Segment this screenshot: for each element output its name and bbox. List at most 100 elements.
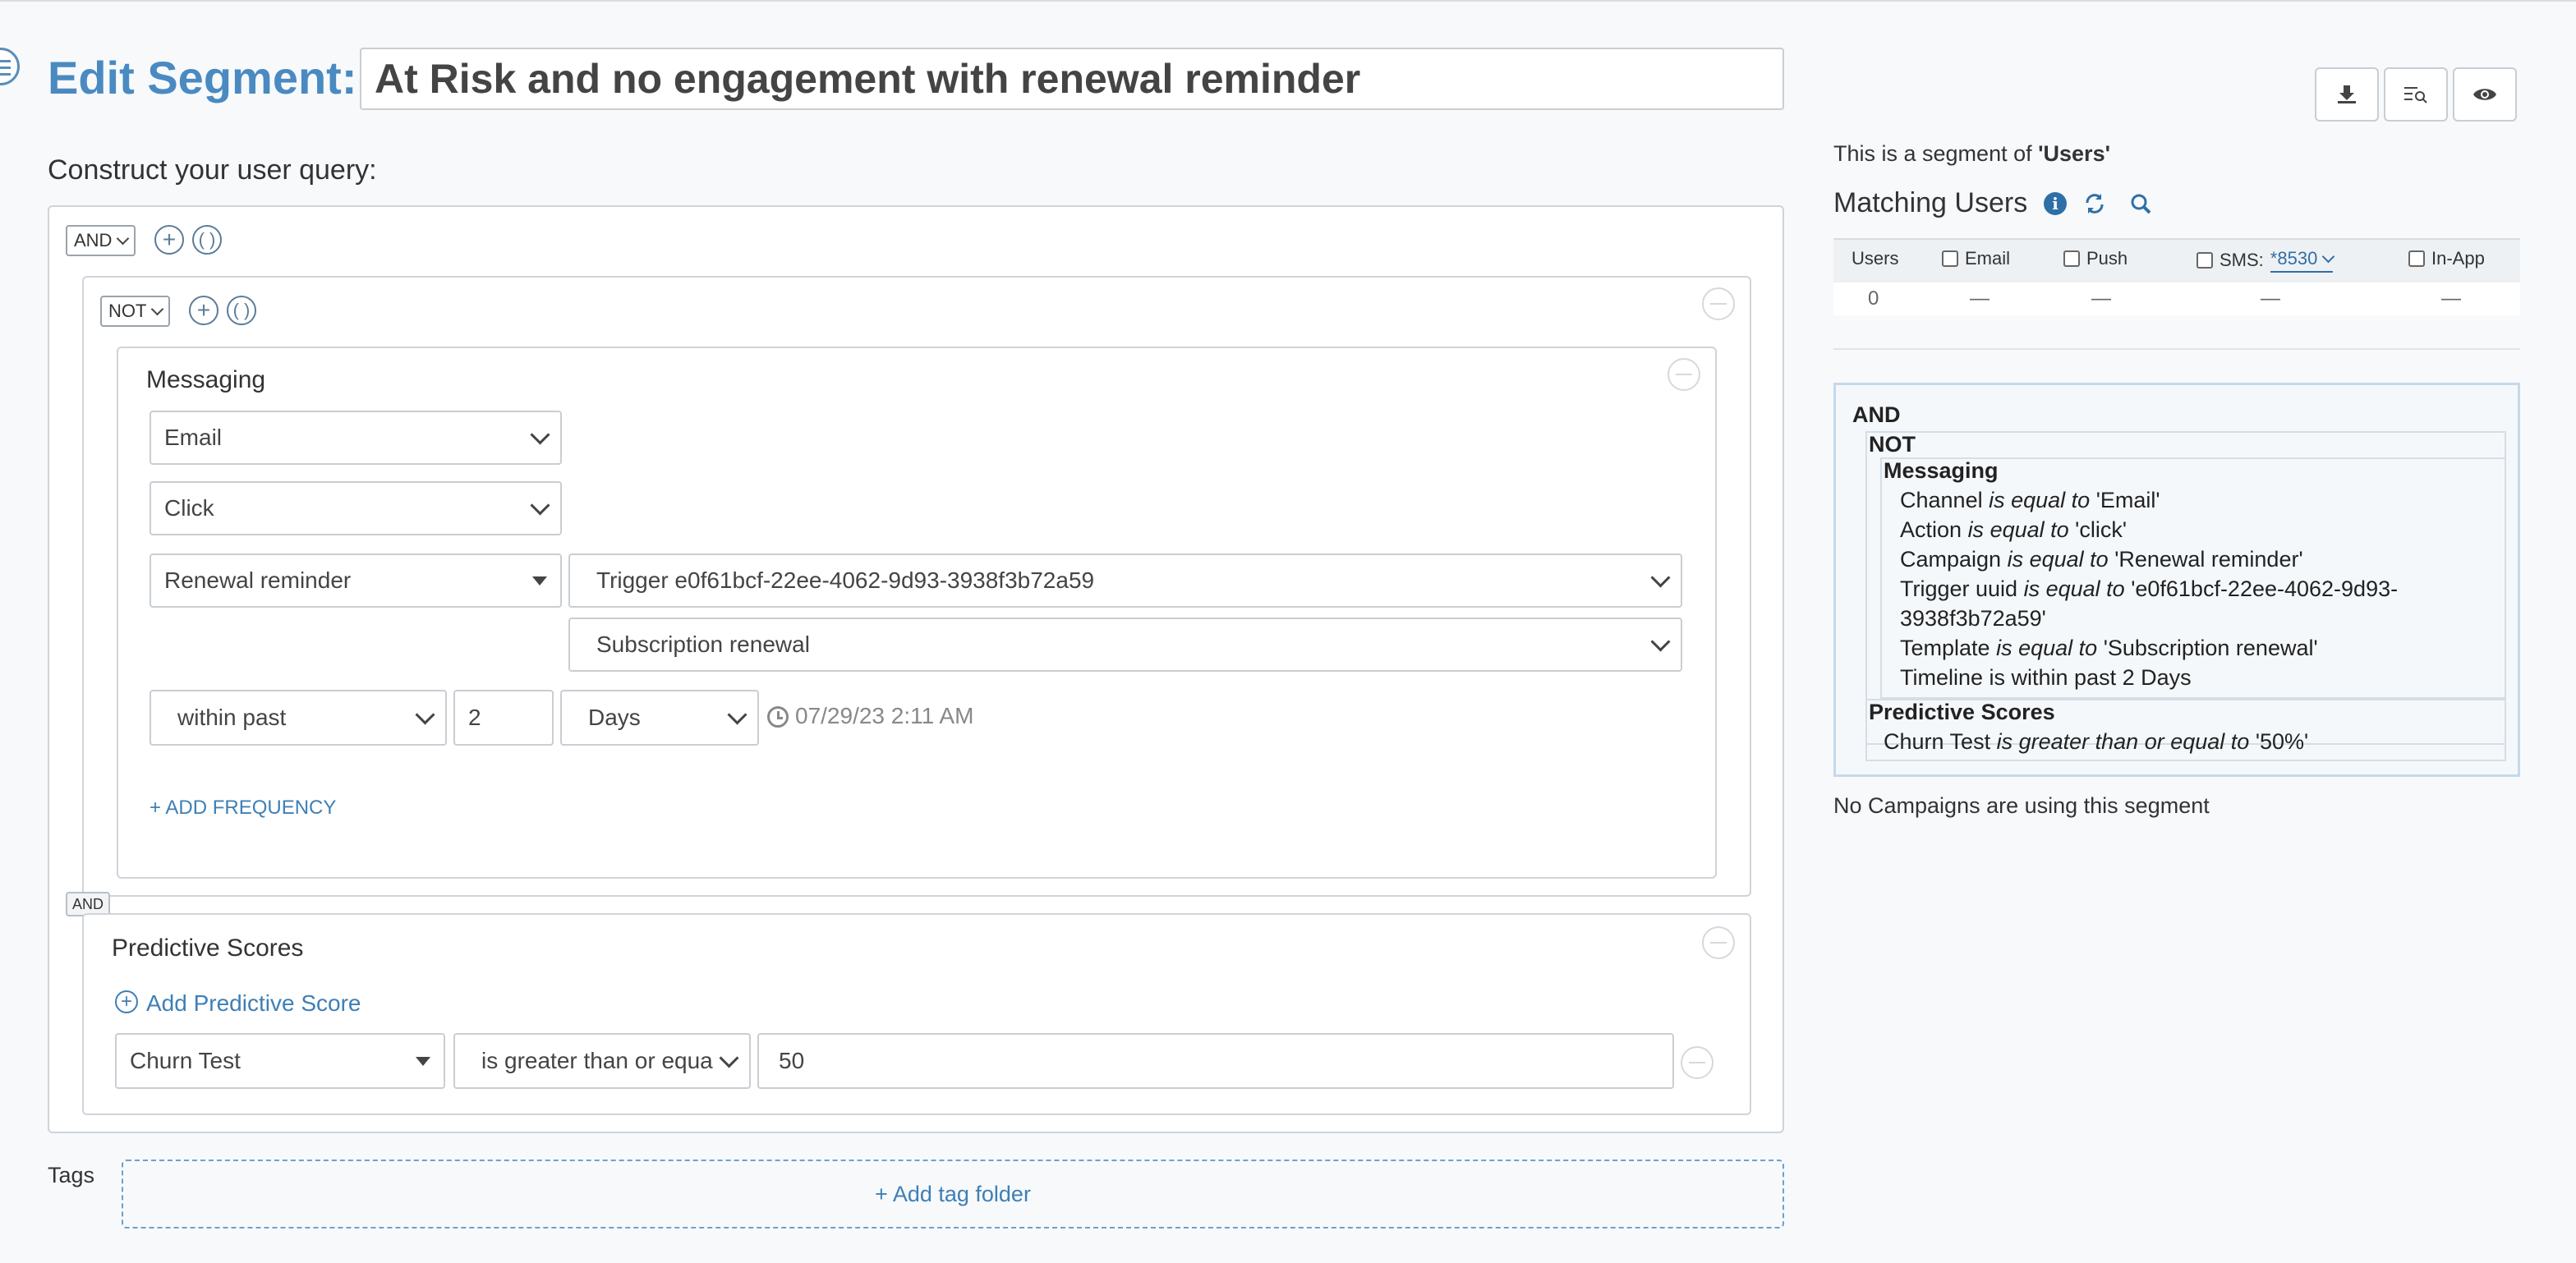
- trigger-select[interactable]: Trigger e0f61bcf-22ee-4062-9d93-3938f3b7…: [568, 553, 1682, 608]
- tree-channel-val: 'Email': [2095, 488, 2160, 512]
- add-tag-folder-button[interactable]: + Add tag folder: [122, 1160, 1784, 1229]
- tree-timeline-rule: Timeline is within past 2 Days: [1900, 665, 2192, 690]
- root-add-group-icon[interactable]: ( ): [192, 225, 222, 255]
- score-number: 50: [779, 1048, 805, 1073]
- tree-churn-op: is greater than or equal to: [1996, 729, 2250, 754]
- sms-column-label: SMS:: [2220, 250, 2264, 270]
- root-add-condition-icon[interactable]: +: [154, 225, 184, 255]
- not-add-condition-icon[interactable]: +: [189, 296, 218, 325]
- sms-column-header[interactable]: SMS: *8530: [2196, 248, 2335, 273]
- not-operator-label: NOT: [108, 301, 147, 321]
- email-column-label: Email: [1965, 248, 2011, 269]
- search-list-icon: [2404, 87, 2427, 103]
- info-icon[interactable]: i: [2044, 192, 2067, 215]
- refresh-icon[interactable]: [2083, 192, 2106, 215]
- download-button[interactable]: [2315, 67, 2379, 122]
- tree-trigger-rule-cont: 3938f3b72a59': [1900, 606, 2046, 631]
- add-tag-folder-label: + Add tag folder: [875, 1181, 1031, 1206]
- sms-number-select[interactable]: *8530: [2270, 248, 2335, 273]
- tree-campaign-op: is equal to: [2007, 547, 2109, 572]
- tree-channel-op: is equal to: [1989, 488, 2091, 512]
- tree-predictive-label: Predictive Scores: [1869, 700, 2055, 724]
- tree-template-op: is equal to: [1996, 636, 2098, 660]
- preview-button[interactable]: [2453, 67, 2517, 122]
- remove-score-icon[interactable]: [1681, 1046, 1714, 1079]
- root-operator-select[interactable]: AND: [66, 225, 136, 256]
- users-count: 0: [1868, 287, 1879, 310]
- push-column-label: Push: [2086, 248, 2128, 269]
- timeline-unit-select[interactable]: Days: [560, 690, 759, 746]
- action-select[interactable]: Click: [150, 481, 562, 535]
- tree-campaign-field: Campaign: [1900, 547, 2002, 572]
- email-column-header[interactable]: Email: [1942, 248, 2010, 269]
- tree-root-label: AND: [1852, 402, 1901, 427]
- tree-campaign-rule: Campaign is equal to 'Renewal reminder': [1900, 544, 2303, 574]
- inspect-button[interactable]: [2384, 67, 2448, 122]
- inapp-column-header[interactable]: In-App: [2408, 248, 2485, 269]
- not-operator-select[interactable]: NOT: [100, 296, 171, 327]
- timeline-mode-select[interactable]: within past: [150, 690, 447, 746]
- tree-template-rule: Template is equal to 'Subscription renew…: [1900, 633, 2318, 663]
- tree-churn-rule: Churn Test is greater than or equal to '…: [1884, 727, 2308, 756]
- push-checkbox[interactable]: [2063, 250, 2080, 267]
- sms-count: —: [2261, 287, 2280, 310]
- segment-name-input[interactable]: At Risk and no engagement with renewal r…: [360, 48, 1784, 110]
- not-add-group-icon[interactable]: ( ): [227, 296, 256, 325]
- channel-select[interactable]: Email: [150, 411, 562, 465]
- matching-users-table: Users Email Push SMS: *8530 In-App 0 — —…: [1833, 238, 2520, 315]
- template-value: Subscription renewal: [596, 632, 810, 657]
- summary-divider: [1833, 348, 2520, 350]
- top-border: [0, 0, 2576, 2]
- search-icon[interactable]: [2129, 192, 2152, 215]
- tree-trigger-val-1: 'e0f61bcf-22ee-4062-9d93-: [2131, 576, 2399, 601]
- tags-label: Tags: [48, 1163, 95, 1187]
- tree-predictive-group: Predictive Scores Churn Test is greater …: [1865, 699, 2506, 761]
- matching-users-title: Matching Users: [1833, 187, 2028, 218]
- channel-value: Email: [164, 425, 223, 450]
- users-column-label: Users: [1852, 248, 1899, 269]
- action-value: Click: [164, 495, 214, 521]
- email-count: —: [1970, 287, 1990, 310]
- timeline-timestamp: 07/29/23 2:11 AM: [795, 703, 974, 728]
- timeline-unit-value: Days: [588, 705, 641, 730]
- messaging-title: Messaging: [146, 366, 266, 393]
- remove-predictive-icon[interactable]: [1702, 926, 1735, 959]
- score-select[interactable]: Churn Test: [115, 1033, 445, 1089]
- tree-channel-field: Channel: [1900, 488, 1983, 512]
- add-predictive-score-link[interactable]: Add Predictive Score: [146, 990, 361, 1017]
- add-predictive-score-icon[interactable]: +: [115, 990, 138, 1013]
- tree-messaging-label: Messaging: [1884, 458, 1999, 483]
- campaign-select[interactable]: Renewal reminder: [150, 553, 562, 608]
- score-value: Churn Test: [130, 1048, 241, 1073]
- remove-not-group-icon[interactable]: [1702, 287, 1735, 320]
- tree-action-field: Action: [1900, 517, 1962, 542]
- inapp-count: —: [2441, 287, 2461, 310]
- tree-messaging-group: Messaging Channel is equal to 'Email' Ac…: [1880, 457, 2506, 699]
- timeline-number: 2: [468, 705, 481, 730]
- push-column-header[interactable]: Push: [2063, 248, 2128, 269]
- tree-not-label: NOT: [1869, 432, 1916, 457]
- root-operator-label: AND: [74, 230, 113, 250]
- tree-campaign-val: 'Renewal reminder': [2114, 547, 2303, 572]
- inapp-checkbox[interactable]: [2408, 250, 2425, 267]
- menu-toggle-icon[interactable]: [0, 48, 20, 85]
- push-count: —: [2091, 287, 2111, 310]
- tree-action-val: 'click': [2075, 517, 2127, 542]
- add-frequency-link[interactable]: + ADD FREQUENCY: [150, 797, 336, 820]
- timeline-value-input[interactable]: 2: [453, 690, 554, 746]
- segment-source-prefix: This is a segment of: [1833, 141, 2039, 166]
- sms-checkbox[interactable]: [2196, 252, 2213, 269]
- score-value-input[interactable]: 50: [757, 1033, 1674, 1089]
- remove-messaging-icon[interactable]: [1668, 358, 1700, 391]
- tree-churn-val: '50%': [2255, 729, 2309, 754]
- tree-churn-field: Churn Test: [1884, 729, 1991, 754]
- query-tree: AND NOT Messaging Channel is equal to 'E…: [1833, 383, 2520, 777]
- email-checkbox[interactable]: [1942, 250, 1958, 267]
- tree-action-rule: Action is equal to 'click': [1900, 515, 2127, 544]
- tree-template-val: 'Subscription renewal': [2103, 636, 2318, 660]
- trigger-value: Trigger e0f61bcf-22ee-4062-9d93-3938f3b7…: [596, 567, 1095, 593]
- download-icon: [2338, 85, 2356, 103]
- comparator-select[interactable]: is greater than or equa: [453, 1033, 751, 1089]
- template-select[interactable]: Subscription renewal: [568, 618, 1682, 672]
- campaign-value: Renewal reminder: [164, 567, 352, 593]
